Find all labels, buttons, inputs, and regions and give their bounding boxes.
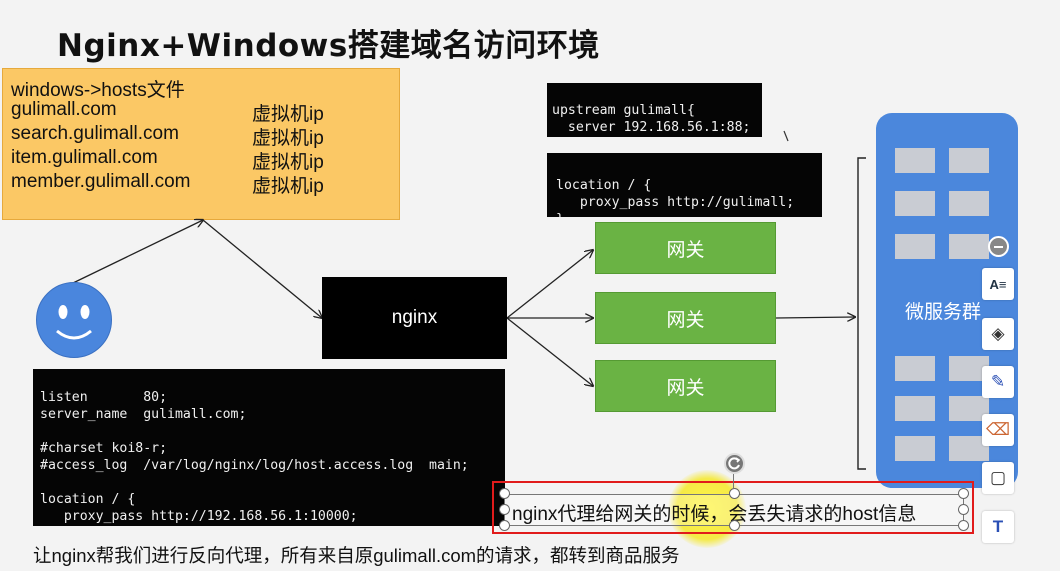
text-box-icon[interactable]: T [982,511,1014,543]
resize-handle[interactable] [958,520,969,531]
text-recognition-icon[interactable]: A≡ [982,268,1014,300]
pen-icon[interactable]: ✎ [982,366,1014,398]
service-cell [949,191,989,216]
gateway-node: 网关 [595,292,776,344]
user-smiley-icon [36,282,112,358]
service-cell [895,436,935,461]
microservices-label: 微服务群 [905,302,982,323]
resize-handle[interactable] [729,520,740,531]
nginx-node: nginx [322,277,507,359]
rotate-icon[interactable] [724,453,745,474]
callout-text[interactable]: nginx代理给网关的时候，会丢失请求的host信息 [512,499,916,526]
service-cell [895,396,935,421]
toolbar-glyph: ◈ [991,324,1005,343]
resize-handle[interactable] [958,504,969,515]
service-cell [895,356,935,381]
resize-handle[interactable] [958,488,969,499]
service-cell [949,234,989,259]
footer-caption: 让nginx帮我们进行反向代理，所有来自原gulimall.com的请求，都转到… [33,545,680,566]
gateway-node: 网关 [595,360,776,412]
resize-handle[interactable] [499,488,510,499]
service-cell [895,191,935,216]
service-cell [895,148,935,173]
eraser-icon[interactable]: ⌫ [982,414,1014,446]
nginx-label: nginx [391,307,438,328]
gateway-label: 网关 [666,239,705,261]
resize-handle[interactable] [499,504,510,515]
toolbar-glyph: T [992,517,1004,536]
rotate-stem [733,474,734,488]
toolbar-glyph: A≡ [989,276,1007,292]
toolbar-glyph: ▢ [989,468,1007,487]
service-cell [895,234,935,259]
toolbar-glyph: ⌫ [985,420,1011,439]
resize-handle[interactable] [729,488,740,499]
collapse-minus-icon[interactable] [988,236,1009,257]
toolbar-glyph: ✎ [990,372,1006,391]
resize-handle[interactable] [499,520,510,531]
gateway-label: 网关 [666,309,705,331]
service-cell [949,148,989,173]
layers-icon[interactable]: ◈ [982,318,1014,350]
gateway-node: 网关 [595,222,776,274]
frame-icon[interactable]: ▢ [982,462,1014,494]
gateway-label: 网关 [666,377,705,399]
